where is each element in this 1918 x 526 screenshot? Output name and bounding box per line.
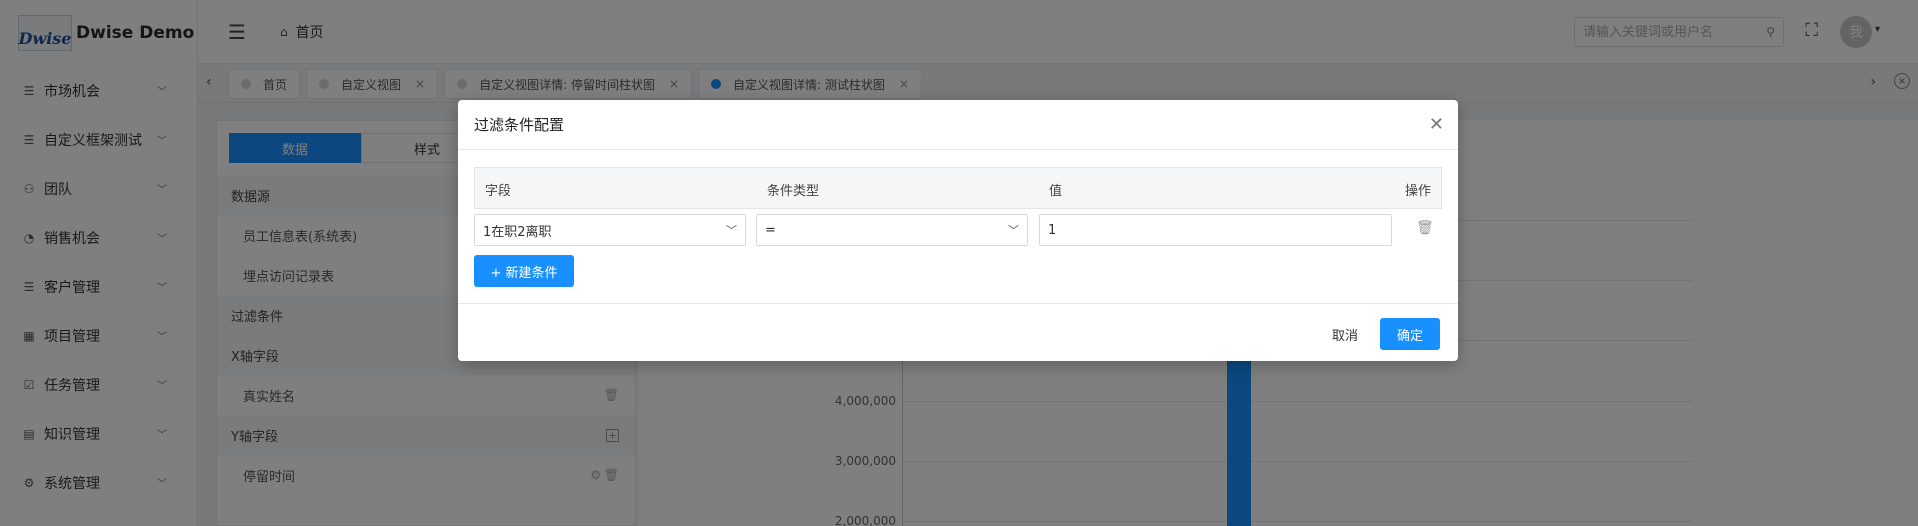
modal-footer: 取消 确定 [458, 303, 1458, 361]
column-header-condition: 条件类型 [767, 184, 820, 199]
modal-header: 过滤条件配置 [458, 100, 1458, 150]
field-select[interactable]: 1在职2离职 ﹀ [474, 214, 746, 246]
filter-config-modal: 过滤条件配置 ✕ 字段 条件类型 值 操作 1在职2离职 ﹀ = ﹀ 1 🗑 +… [458, 100, 1458, 361]
field-select-value: 1在职2离职 [483, 224, 552, 240]
condition-table-header: 字段 条件类型 值 操作 [474, 167, 1442, 209]
chevron-down-icon: ﹀ [1008, 224, 1019, 237]
confirm-button[interactable]: 确定 [1380, 318, 1440, 350]
close-icon[interactable]: ✕ [1429, 114, 1444, 135]
cancel-button[interactable]: 取消 [1332, 318, 1358, 350]
value-input[interactable]: 1 [1039, 214, 1392, 246]
operator-select[interactable]: = ﹀ [756, 214, 1028, 246]
column-header-action: 操作 [1405, 184, 1432, 199]
column-header-value: 值 [1049, 184, 1063, 199]
operator-select-value: = [765, 222, 776, 238]
modal-title: 过滤条件配置 [474, 116, 565, 134]
add-condition-button[interactable]: + 新建条件 [474, 255, 574, 287]
chevron-down-icon: ﹀ [726, 224, 737, 237]
value-input-text: 1 [1048, 222, 1057, 238]
column-header-field: 字段 [485, 184, 512, 199]
trash-icon[interactable]: 🗑 [1416, 220, 1434, 236]
